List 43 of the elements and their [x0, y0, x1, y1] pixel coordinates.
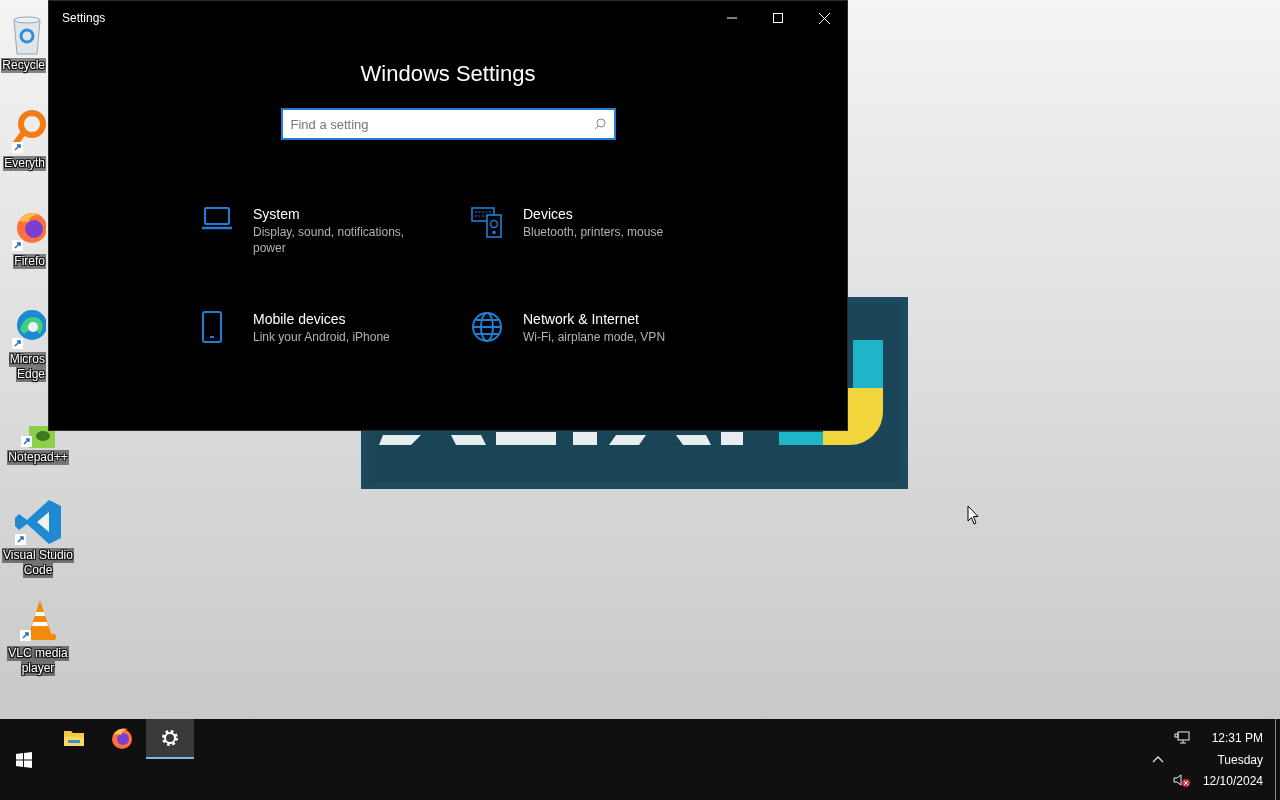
category-description: Wi-Fi, airplane mode, VPN: [523, 329, 666, 345]
icon-label: Everyth: [3, 156, 46, 171]
muted-speaker-icon[interactable]: [1173, 774, 1191, 788]
window-title: Settings: [61, 10, 107, 27]
close-icon: [818, 12, 830, 24]
icon-label: Recycle: [1, 58, 46, 73]
clock-day[interactable]: Tuesday: [1217, 751, 1263, 768]
icon-label: VLC media: [7, 646, 69, 661]
icon-label: Visual Studio: [2, 548, 74, 563]
search-field[interactable]: Find a setting: [280, 108, 616, 140]
icon-label: player: [20, 661, 56, 676]
maximize-icon: [773, 13, 783, 23]
phone-icon[interactable]: [201, 311, 223, 343]
notepad-icon[interactable]: [19, 426, 57, 448]
clock-date[interactable]: 12/10/2024: [1202, 773, 1263, 789]
icon-label: Code: [22, 563, 54, 578]
category-title[interactable]: Devices: [523, 204, 664, 224]
windows-logo-icon: [16, 752, 32, 768]
magnifier-icon[interactable]: [10, 108, 47, 154]
search-icon[interactable]: [593, 118, 606, 130]
icon-label: Firefo: [13, 254, 46, 269]
icon-label: Notepad++: [7, 450, 69, 465]
category-description: Display, sound, notifications, power: [253, 224, 406, 256]
laptop-icon[interactable]: [201, 206, 233, 230]
keyboard-speaker-icon[interactable]: [471, 206, 503, 238]
icon-label: Edge: [15, 367, 46, 382]
category-title[interactable]: System: [253, 204, 428, 224]
clock-time[interactable]: 12:31 PM: [1211, 730, 1263, 746]
category-title[interactable]: Network & Internet: [523, 309, 666, 329]
network-icon[interactable]: [1174, 731, 1190, 745]
page-heading: Windows Settings: [360, 60, 536, 88]
settings-icon: [160, 728, 180, 748]
taskbar-button[interactable]: [146, 719, 194, 759]
icon-label: Micros: [8, 352, 46, 367]
fox-globe-icon: [110, 726, 134, 750]
code-editor-icon[interactable]: [13, 498, 63, 546]
chevron-up-icon[interactable]: [1152, 756, 1164, 763]
category-title[interactable]: Mobile devices: [253, 309, 390, 329]
folder-icon: [63, 729, 85, 747]
category-description: Link your Android, iPhone: [253, 329, 390, 345]
cursor-icon: [967, 505, 979, 525]
category-description: Bluetooth, printers, mouse: [523, 224, 664, 240]
globe-icon[interactable]: [471, 311, 503, 343]
